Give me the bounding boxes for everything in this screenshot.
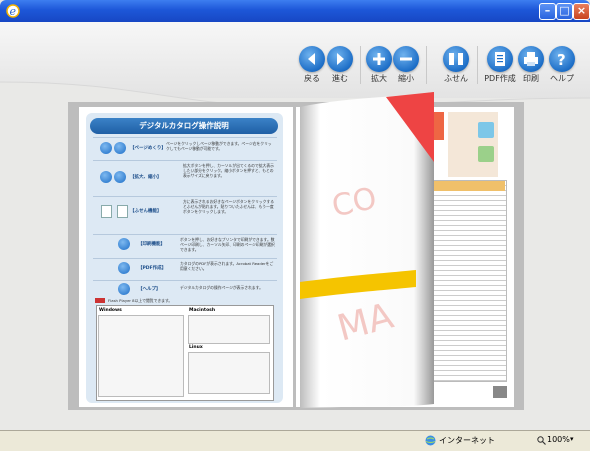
instruction-label: 【PDF作成】 xyxy=(138,266,167,271)
maximize-button[interactable]: □ xyxy=(556,3,573,20)
catalog-spec-table xyxy=(430,180,507,382)
pdf-button[interactable] xyxy=(487,46,513,72)
question-icon xyxy=(118,283,130,295)
instruction-label: 【拡大、縮小】 xyxy=(130,175,162,180)
chevron-down-icon[interactable]: ▾ xyxy=(570,435,574,443)
instruction-text: ボタンを押し、お好きなプリンタで印刷ができます。数ページ印刷し、カーソル矢印、印… xyxy=(180,237,275,252)
status-bar xyxy=(0,430,590,451)
instruction-text: デジタルカタログの操作ページが表示されます。 xyxy=(180,285,263,290)
page-corner-icon[interactable] xyxy=(493,386,507,398)
page-curl: CO MA xyxy=(300,92,434,408)
catalog-thumbnail xyxy=(478,122,494,138)
title-bar: e – □ × xyxy=(0,0,590,22)
minus-icon xyxy=(400,57,412,61)
svg-text:?: ? xyxy=(557,51,566,69)
zoom-out-button[interactable] xyxy=(393,46,419,72)
zoom-level[interactable]: 100% xyxy=(547,435,570,444)
instruction-text: カタログのPDFが表示されます。Acrobat Readerをご用意ください。 xyxy=(180,261,274,271)
instruction-text: ページをクリックしページ移動ができます。ページ右をクリックしてもページ移動が可能… xyxy=(166,141,272,151)
forward-label: 進む xyxy=(332,74,348,83)
help-button[interactable]: ? xyxy=(549,46,575,72)
toolbar-separator xyxy=(477,46,478,84)
forward-button[interactable] xyxy=(327,46,353,72)
arrow-right-icon xyxy=(114,142,126,154)
arrow-left-icon xyxy=(100,142,112,154)
document-icon xyxy=(495,52,505,66)
sticky-note-icon xyxy=(101,205,112,218)
plus-icon xyxy=(100,171,112,183)
sticky-note-button[interactable] xyxy=(443,46,469,72)
instruction-label: 【ふせん機能】 xyxy=(130,209,162,214)
linux-heading: Linux xyxy=(189,345,203,350)
instruction-label: 【ページめくり】 xyxy=(130,146,166,151)
flash-logo xyxy=(95,298,105,303)
help-label: ヘルプ xyxy=(550,74,574,83)
document-icon xyxy=(118,262,130,274)
instruction-label: 【印刷機能】 xyxy=(138,242,165,247)
instruction-text: 拡大ボタンを押し、カーソルが出てくるので拡大表示したい部分をクリック。縮小ボタン… xyxy=(183,163,274,178)
zoom-out-label: 縮小 xyxy=(398,74,414,83)
globe-icon xyxy=(425,435,436,446)
printer-icon xyxy=(118,238,130,250)
ie-icon: e xyxy=(6,4,20,18)
question-icon: ? xyxy=(557,51,566,69)
windows-table xyxy=(98,315,184,397)
sticky-note-label: ふせん xyxy=(444,74,468,83)
minimize-button[interactable]: – xyxy=(539,3,556,20)
print-button[interactable] xyxy=(518,46,544,72)
zoom-icon xyxy=(537,436,546,445)
flash-note: Flash Player 8以上で閲覧できます。 xyxy=(108,298,173,303)
arrow-right-icon xyxy=(337,53,344,65)
arrow-left-icon xyxy=(308,53,315,65)
macintosh-table xyxy=(188,315,270,344)
zoom-in-button[interactable] xyxy=(366,46,392,72)
close-button[interactable]: × xyxy=(573,3,590,20)
catalog-table-header xyxy=(430,181,505,191)
security-zone: インターネット xyxy=(439,436,495,445)
toolbar-separator xyxy=(426,46,427,84)
catalog-thumbnail xyxy=(478,146,494,162)
macintosh-heading: Macintosh xyxy=(189,308,216,313)
svg-text:e: e xyxy=(10,5,17,18)
printer-icon xyxy=(524,52,538,66)
sticky-note-icon xyxy=(117,205,128,218)
instruction-text: 方に表示されるお好きなページボタンをクリックするとふせんが貼れます。貼りついたふ… xyxy=(183,199,275,214)
linux-table xyxy=(188,352,270,394)
instruction-label: 【ヘルプ】 xyxy=(138,287,161,292)
windows-heading: Windows xyxy=(99,308,122,313)
sticky-note-icon xyxy=(449,53,463,65)
instructions-title: デジタルカタログ操作説明 xyxy=(90,118,278,134)
minus-icon xyxy=(114,171,126,183)
back-button[interactable] xyxy=(299,46,325,72)
plus-icon xyxy=(373,53,385,65)
